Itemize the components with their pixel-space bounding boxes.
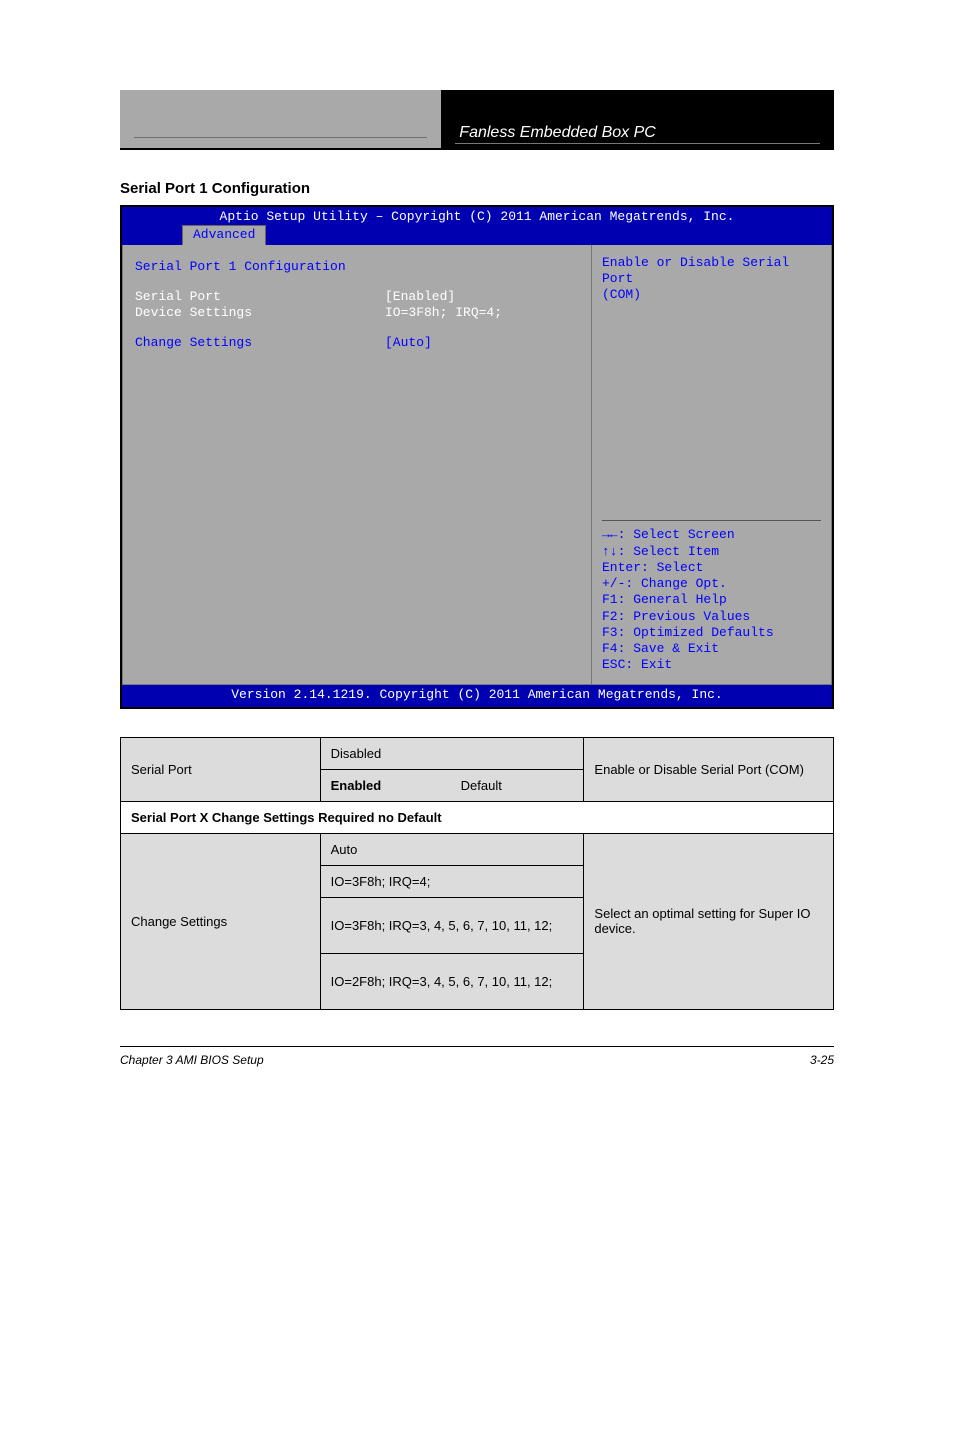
bios-value: IO=3F8h; IRQ=4; xyxy=(385,305,579,321)
bios-value: [Enabled] xyxy=(385,289,579,305)
header-title: Fanless Embedded Box PC xyxy=(459,124,656,142)
option-value: Auto xyxy=(320,833,584,865)
page-header: Fanless Embedded Box PC xyxy=(120,90,834,150)
bios-label: Serial Port xyxy=(135,289,385,305)
bios-title: Aptio Setup Utility – Copyright (C) 2011… xyxy=(122,207,832,225)
option-value: Enabled Default xyxy=(320,769,584,801)
table-banner: Serial Port X Change Settings Required n… xyxy=(121,801,834,833)
bios-key-line: →←: Select Screen xyxy=(602,527,821,543)
option-value: IO=3F8h; IRQ=4; xyxy=(320,865,584,897)
option-desc: Enable or Disable Serial Port (COM) xyxy=(584,737,834,801)
option-value: IO=2F8h; IRQ=3, 4, 5, 6, 7, 10, 11, 12; xyxy=(320,953,584,1009)
table-row: Serial Port Disabled Enable or Disable S… xyxy=(121,737,834,769)
option-value: IO=3F8h; IRQ=3, 4, 5, 6, 7, 10, 11, 12; xyxy=(320,897,584,953)
bios-key-help: →←: Select Screen ↑↓: Select Item Enter:… xyxy=(602,527,821,673)
bios-key-line: F1: General Help xyxy=(602,592,821,608)
bios-tab-advanced[interactable]: Advanced xyxy=(182,225,266,244)
bios-help-line: Enable or Disable Serial Port xyxy=(602,255,821,288)
bios-label: Device Settings xyxy=(135,305,385,321)
bios-row-serial-port[interactable]: Serial Port [Enabled] xyxy=(135,289,579,305)
bios-side-divider xyxy=(602,520,821,521)
option-desc: Select an optimal setting for Super IO d… xyxy=(584,833,834,1009)
option-name: Serial Port xyxy=(121,737,321,801)
option-default-name: Enabled xyxy=(331,778,382,793)
bios-key-line: F2: Previous Values xyxy=(602,609,821,625)
section-title: Serial Port 1 Configuration xyxy=(120,180,834,197)
bios-key-line: Enter: Select xyxy=(602,560,821,576)
option-name: Change Settings xyxy=(121,833,321,1009)
bios-heading: Serial Port 1 Configuration xyxy=(135,259,579,275)
bios-key-line: ↑↓: Select Item xyxy=(602,544,821,560)
bios-key-line: F4: Save & Exit xyxy=(602,641,821,657)
table-row: Change Settings Auto Select an optimal s… xyxy=(121,833,834,865)
bios-screenshot: Aptio Setup Utility – Copyright (C) 2011… xyxy=(120,205,834,709)
bios-tab-row: Advanced xyxy=(122,225,832,244)
option-value: Disabled xyxy=(320,737,584,769)
bios-side-pane: Enable or Disable Serial Port (COM) →←: … xyxy=(591,245,831,684)
bios-main-pane: Serial Port 1 Configuration Serial Port … xyxy=(123,245,591,684)
page-footer: Chapter 3 AMI BIOS Setup 3-25 xyxy=(120,1046,834,1067)
bios-help-text: Enable or Disable Serial Port (COM) xyxy=(602,255,821,304)
footer-chapter: Chapter 3 AMI BIOS Setup xyxy=(120,1053,264,1067)
table-banner-row: Serial Port X Change Settings Required n… xyxy=(121,801,834,833)
bios-row-device-settings: Device Settings IO=3F8h; IRQ=4; xyxy=(135,305,579,321)
options-table: Serial Port Disabled Enable or Disable S… xyxy=(120,737,834,1010)
bios-help-line: (COM) xyxy=(602,287,821,303)
bios-key-line: F3: Optimized Defaults xyxy=(602,625,821,641)
bios-key-line: ESC: Exit xyxy=(602,657,821,673)
header-right: Fanless Embedded Box PC xyxy=(441,90,834,150)
bios-key-line: +/-: Change Opt. xyxy=(602,576,821,592)
bios-label: Change Settings xyxy=(135,335,385,351)
header-left xyxy=(120,90,441,150)
option-default-tag: Default xyxy=(461,778,502,793)
bios-row-change-settings[interactable]: Change Settings [Auto] xyxy=(135,335,579,351)
bios-footer: Version 2.14.1219. Copyright (C) 2011 Am… xyxy=(122,685,832,707)
footer-page-number: 3-25 xyxy=(810,1053,834,1067)
bios-value: [Auto] xyxy=(385,335,579,351)
